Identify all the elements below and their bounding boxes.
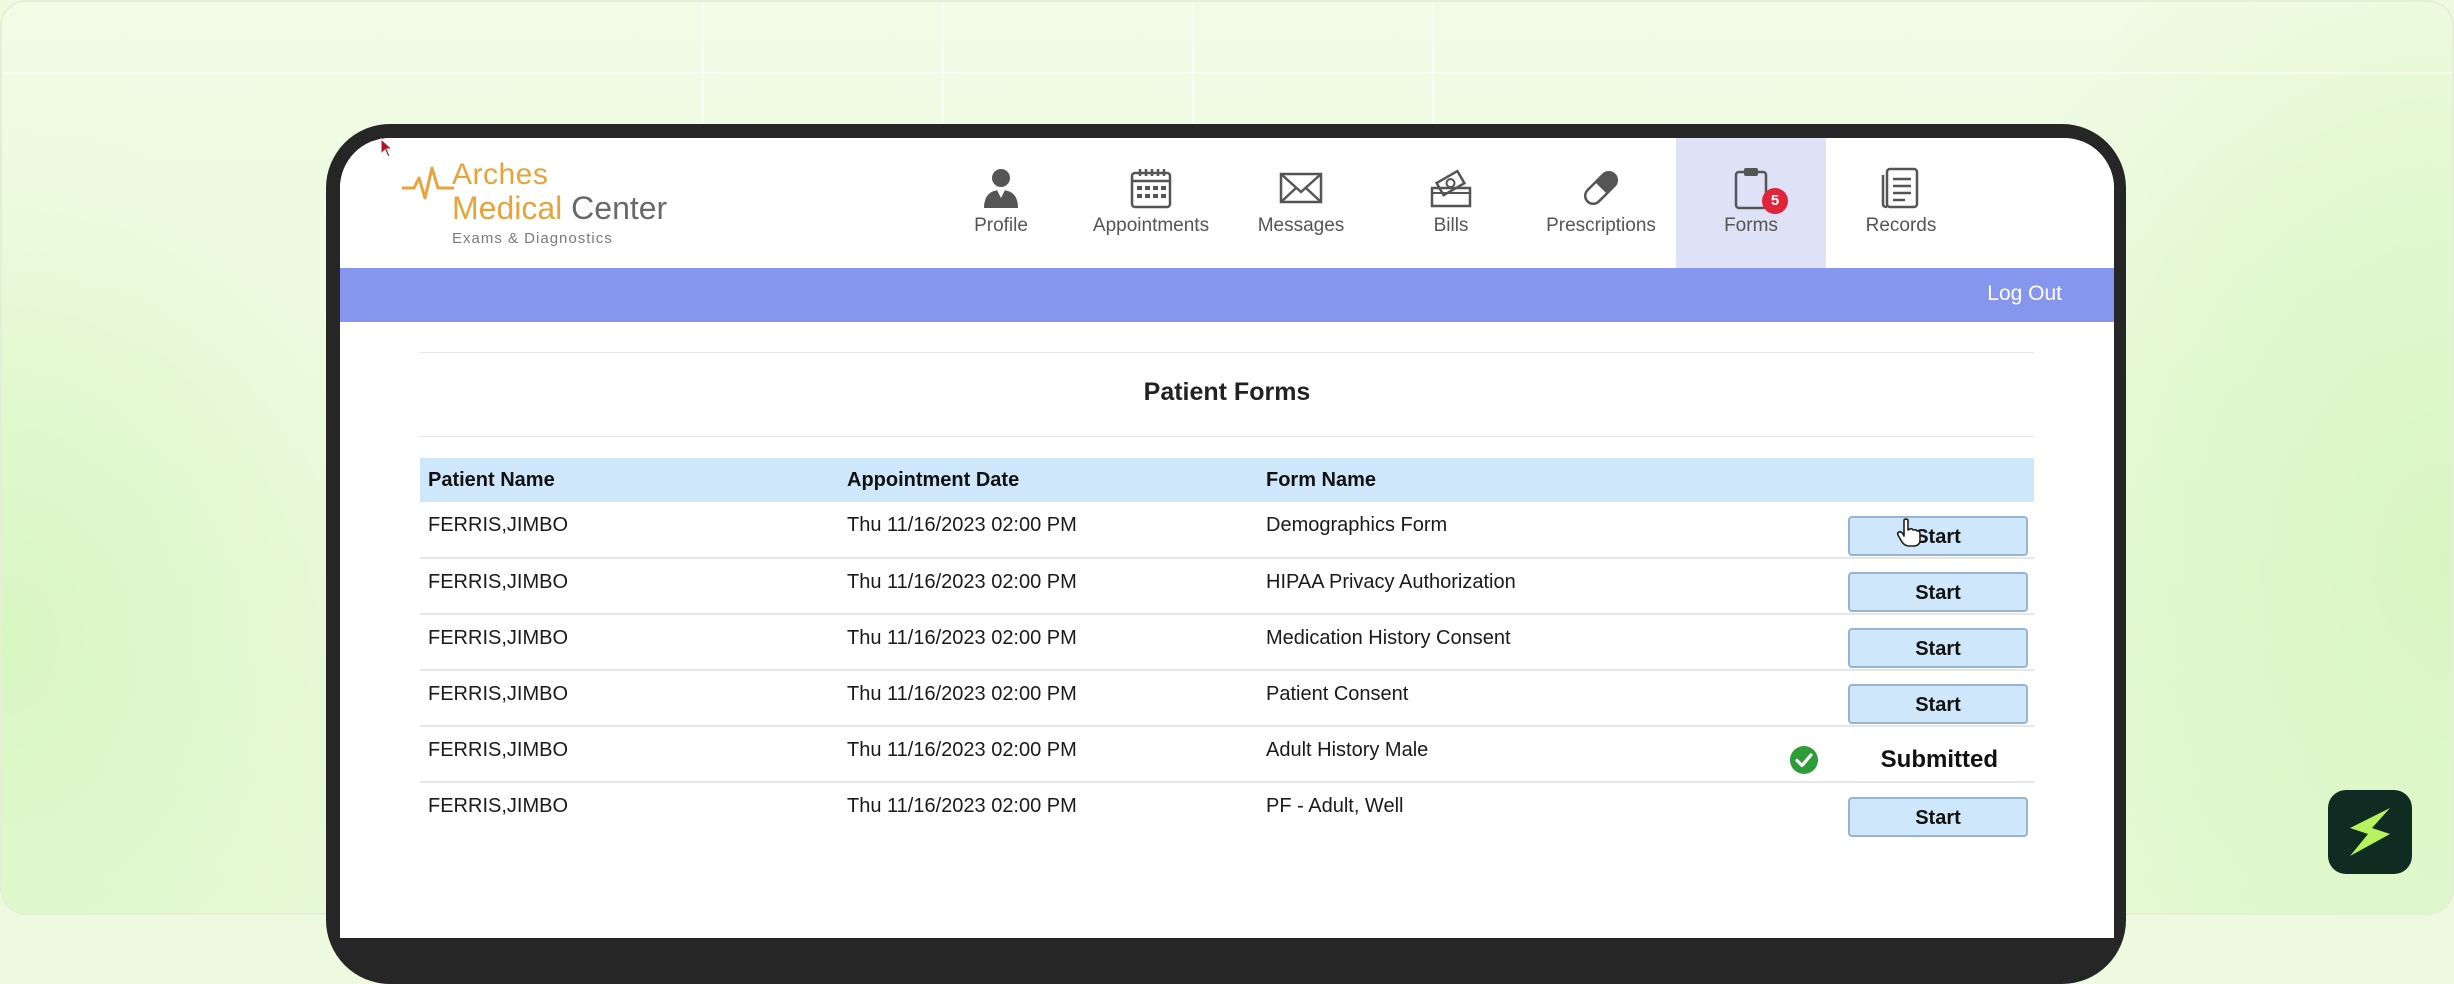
nav-label: Prescriptions	[1546, 215, 1656, 236]
form-name: Patient Consent	[1258, 670, 1694, 727]
person-icon	[984, 169, 1018, 208]
check-circle-icon	[1789, 745, 1818, 774]
appointment-date: Thu 11/16/2023 02:00 PM	[839, 726, 1258, 783]
hand-cursor-icon	[1896, 518, 1921, 547]
start-button[interactable]: Start	[1848, 684, 2028, 724]
nav-label: Bills	[1433, 215, 1469, 236]
envelope-icon	[1279, 172, 1323, 204]
form-name: HIPAA Privacy Authorization	[1258, 558, 1694, 615]
action-cell: Submitted	[1694, 726, 2034, 783]
form-name: Demographics Form	[1258, 502, 1694, 559]
nav-label: Records	[1865, 215, 1937, 236]
nav-label: Profile	[974, 215, 1028, 236]
appointment-date: Thu 11/16/2023 02:00 PM	[847, 795, 1077, 817]
nav-item-appointments[interactable]: Appointments	[1076, 138, 1226, 268]
nav-item-profile[interactable]: Profile	[926, 138, 1076, 268]
table-row: FERRIS,JIMBO Thu 11/16/2023 02:00 PM Dem…	[420, 502, 2034, 559]
brand-corner-logo	[2328, 790, 2412, 874]
appointment-date: Thu 11/16/2023 02:00 PM	[839, 558, 1258, 615]
pill-icon	[1583, 170, 1619, 206]
app-screen: Arches Medical Center Exams & Diagnostic…	[340, 138, 2114, 938]
logout-link[interactable]: Log Out	[1987, 282, 2062, 306]
submitted-label: Submitted	[1880, 745, 1998, 773]
table-header-row: Patient Name Appointment Date Form Name	[420, 458, 2034, 502]
table-row: FERRIS,JIMBO Thu 11/16/2023 02:00 PM PF …	[420, 782, 2034, 838]
page-title: Patient Forms	[1143, 378, 1311, 406]
nav-label: Forms	[1724, 215, 1778, 236]
table-row: FERRIS,JIMBO Thu 11/16/2023 02:00 PM Adu…	[420, 726, 2034, 783]
appointment-date: Thu 11/16/2023 02:00 PM	[839, 670, 1258, 727]
top-bar: Log Out	[340, 268, 2114, 322]
patient-name: FERRIS,JIMBO	[420, 558, 839, 615]
heartbeat-icon	[402, 166, 454, 200]
forms-count-badge: 5	[1762, 188, 1788, 214]
forms-table: Patient Name Appointment Date Form Name …	[420, 458, 2034, 838]
start-button[interactable]: Start	[1848, 572, 2028, 612]
appointment-date: Thu 11/16/2023 02:00 PM	[839, 614, 1258, 671]
action-cell: Start	[1694, 782, 2034, 838]
nav-item-records[interactable]: Records	[1826, 138, 1976, 268]
nav-item-messages[interactable]: Messages	[1226, 138, 1376, 268]
start-button[interactable]: Start	[1848, 628, 2028, 668]
nav-label: Appointments	[1092, 215, 1210, 236]
start-button[interactable]: Start	[1848, 515, 2028, 556]
bg-grid-line	[2, 72, 2452, 74]
col-header-action	[1694, 458, 2034, 502]
submitted-status: Submitted	[1789, 740, 1998, 780]
logo-name-line2: Medical Center	[452, 190, 667, 227]
calendar-icon	[1130, 169, 1172, 209]
action-cell: Start	[1694, 614, 2034, 671]
app-header: Arches Medical Center Exams & Diagnostic…	[340, 138, 2114, 268]
patient-name: FERRIS,JIMBO	[420, 726, 839, 783]
form-name: PF - Adult, Well	[1266, 795, 1404, 817]
nav-item-bills[interactable]: Bills	[1376, 138, 1526, 268]
start-button[interactable]: Start	[1848, 796, 2028, 837]
form-name: Medication History Consent	[1258, 614, 1694, 671]
lightning-logo-icon	[2350, 808, 2390, 856]
nav-item-forms[interactable]: 5 Forms	[1676, 138, 1826, 268]
action-cell: Start	[1694, 670, 2034, 727]
nav-label: Messages	[1257, 215, 1345, 236]
main-nav: Profile Appointments Messages Bills Pres…	[926, 138, 1976, 268]
col-header-patient: Patient Name	[420, 458, 839, 502]
appointment-date: Thu 11/16/2023 02:00 PM	[839, 502, 1258, 559]
table-row: FERRIS,JIMBO Thu 11/16/2023 02:00 PM Med…	[420, 614, 2034, 671]
patient-name: FERRIS,JIMBO	[420, 502, 839, 559]
logo-tagline: Exams & Diagnostics	[452, 230, 613, 247]
table-row: FERRIS,JIMBO Thu 11/16/2023 02:00 PM HIP…	[420, 558, 2034, 615]
logo-name: Arches	[452, 158, 549, 191]
action-cell: Start	[1694, 558, 2034, 615]
arches-logo[interactable]: Arches Medical Center Exams & Diagnostic…	[402, 154, 682, 254]
money-icon	[1430, 169, 1472, 208]
document-icon	[1881, 167, 1919, 209]
patient-name: FERRIS,JIMBO	[428, 795, 569, 817]
col-header-form: Form Name	[1258, 458, 1694, 502]
nav-item-prescriptions[interactable]: Prescriptions	[1526, 138, 1676, 268]
form-name: Adult History Male	[1258, 726, 1694, 783]
col-header-date: Appointment Date	[839, 458, 1258, 502]
logo-center: Center	[562, 190, 668, 226]
action-cell: Start	[1694, 502, 2034, 559]
divider	[420, 352, 2034, 353]
patient-name: FERRIS,JIMBO	[420, 670, 839, 727]
patient-name: FERRIS,JIMBO	[420, 614, 839, 671]
divider	[420, 436, 2034, 437]
mouse-pointer-icon	[380, 138, 394, 158]
logo-medical: Medical	[452, 190, 563, 226]
table-row: FERRIS,JIMBO Thu 11/16/2023 02:00 PM Pat…	[420, 670, 2034, 727]
